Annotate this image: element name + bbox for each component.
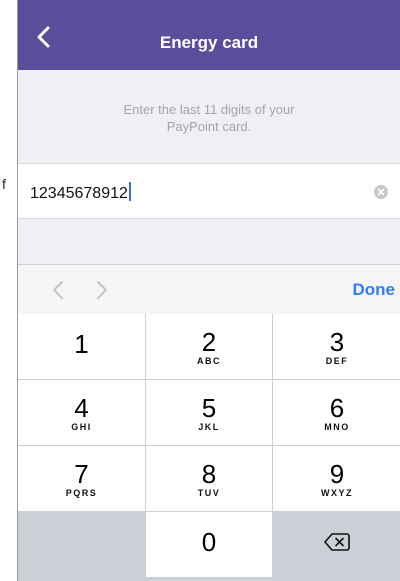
keyboard-toolbar: Done — [18, 264, 400, 314]
next-field-button[interactable] — [94, 280, 110, 300]
card-number-field[interactable]: 12345678912 — [18, 163, 400, 219]
key-0[interactable]: 0 — [146, 512, 272, 577]
key-4[interactable]: 4 GHI — [18, 380, 145, 445]
previous-field-button[interactable] — [50, 280, 66, 300]
card-number-value: 12345678912 — [30, 185, 128, 202]
delete-button[interactable] — [273, 512, 400, 577]
empty-key — [18, 512, 145, 577]
key-2[interactable]: 2 ABC — [146, 314, 272, 379]
key-letters: MNO — [324, 422, 350, 432]
clear-circle-icon — [377, 188, 385, 196]
key-3[interactable]: 3 DEF — [273, 314, 400, 379]
instruction-line-2: PayPoint card. — [166, 119, 252, 134]
done-button[interactable]: Done — [353, 280, 396, 300]
phone-screen: Energy card Enter the last 11 digits of … — [17, 0, 400, 581]
key-digit: 9 — [329, 459, 345, 489]
text-caret — [128, 182, 131, 201]
key-8[interactable]: 8 TUV — [146, 446, 272, 511]
key-letters: JKL — [198, 422, 220, 432]
numeric-keypad: 1 2 ABC 3 DEF 4 GHI 5 JKL 6 MNO 7 PQRS 8 — [18, 314, 400, 581]
key-digit: 6 — [329, 393, 345, 423]
key-digit: 4 — [74, 393, 89, 423]
backspace-icon — [324, 532, 350, 557]
key-7[interactable]: 7 PQRS — [18, 446, 145, 511]
chevron-right-icon — [97, 281, 107, 299]
chevron-left-icon — [53, 281, 63, 299]
key-9[interactable]: 9 WXYZ — [273, 446, 400, 511]
key-digit: 7 — [74, 459, 89, 489]
key-1[interactable]: 1 — [18, 314, 145, 379]
key-letters: ABC — [197, 356, 221, 366]
key-6[interactable]: 6 MNO — [273, 380, 400, 445]
key-digit: 2 — [201, 327, 217, 357]
page-title: Energy card — [159, 33, 259, 52]
key-digit: 1 — [74, 329, 89, 359]
key-letters: DEF — [325, 356, 349, 366]
instruction-text: Enter the last 11 digits of your PayPoin… — [18, 101, 400, 135]
navigation-bar: Energy card — [18, 0, 400, 70]
key-letters: WXYZ — [321, 488, 353, 498]
clear-button[interactable] — [374, 185, 388, 199]
key-letters: PQRS — [65, 488, 98, 498]
key-digit: 5 — [201, 393, 217, 423]
key-digit: 0 — [201, 527, 217, 557]
key-letters: TUV — [197, 488, 221, 498]
key-digit: 8 — [201, 459, 217, 489]
instruction-line-1: Enter the last 11 digits of your — [123, 102, 295, 117]
key-digit: 3 — [329, 327, 345, 357]
key-letters: GHI — [71, 422, 92, 432]
stray-text: f — [2, 176, 6, 192]
card-number-input[interactable]: 12345678912 — [30, 182, 131, 203]
key-5[interactable]: 5 JKL — [146, 380, 272, 445]
